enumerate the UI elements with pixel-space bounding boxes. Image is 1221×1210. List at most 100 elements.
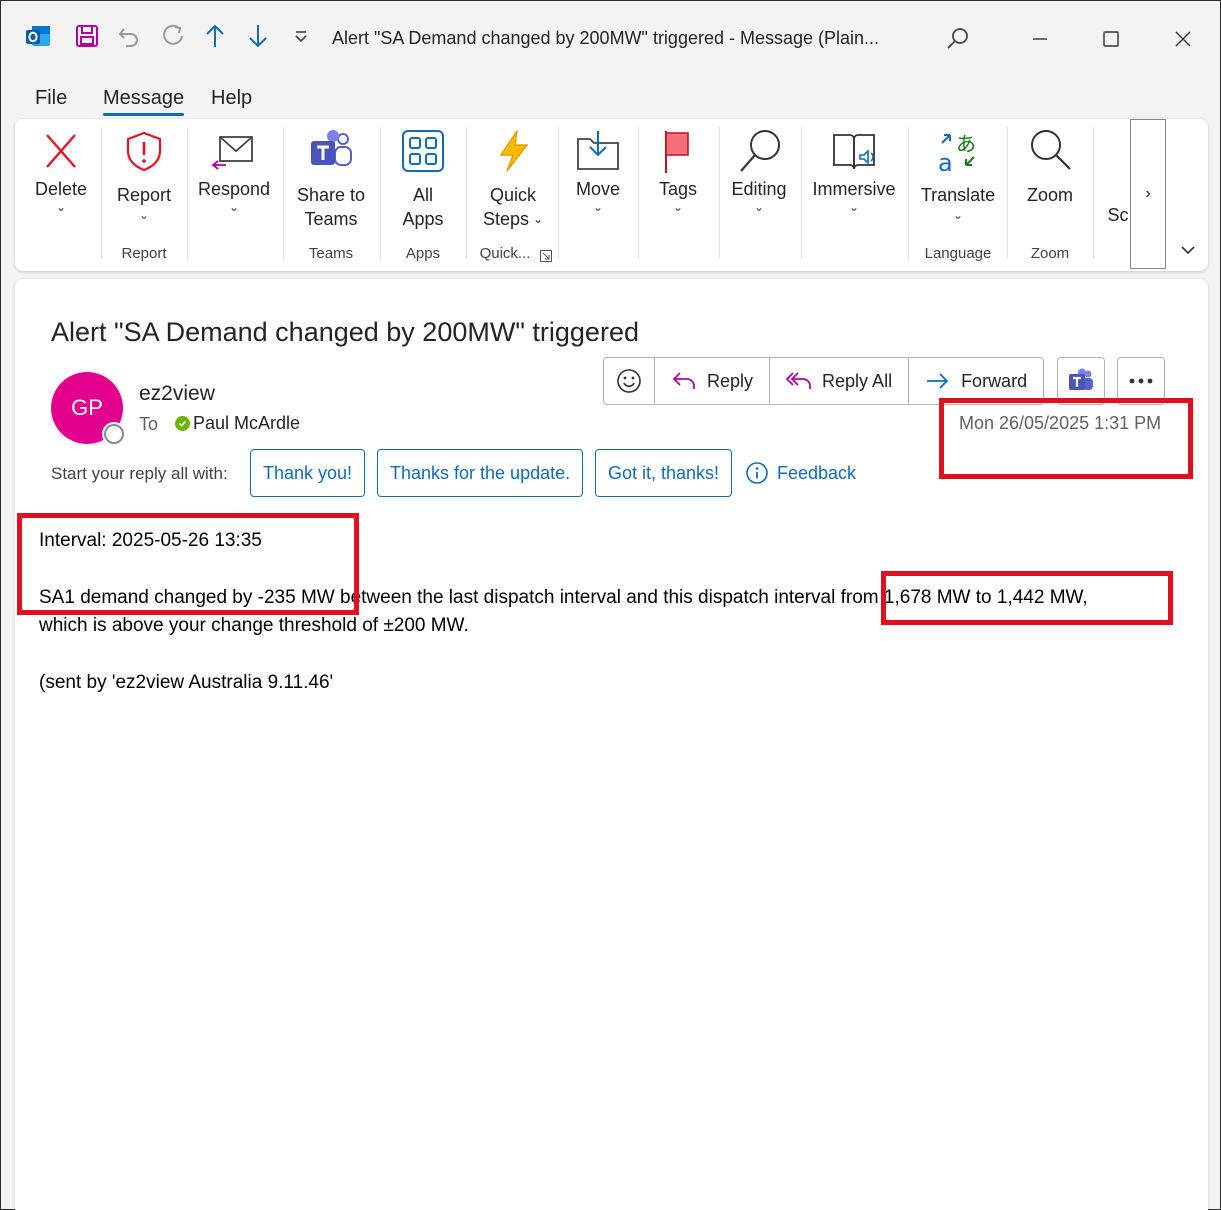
share-to-teams-button[interactable]: Share to Teams [291,127,371,229]
window-title: Alert "SA Demand changed by 200MW" trigg… [332,28,880,48]
move-folder-icon [577,131,619,170]
all-apps-label-line2: Apps [402,209,444,229]
sender-name[interactable]: ez2view [139,382,215,406]
tags-label: Tags [658,179,698,199]
respond-button[interactable]: Respond ⌄ [197,127,271,213]
forward-label: Forward [961,370,1028,391]
tab-file[interactable]: File [35,87,67,110]
title-bar: Alert "SA Demand changed by 200MW" trigg… [1,1,1220,77]
delete-button[interactable]: Delete ⌄ [27,127,95,213]
body-line-sent-by: (sent by 'ez2view Australia 9.11.46' [39,672,334,693]
previous-item-icon[interactable] [200,21,230,51]
minimize-button[interactable] [1020,21,1060,57]
reply-all-label: Reply All [822,370,893,391]
zoom-label: Zoom [1026,185,1073,205]
emoji-reaction-button[interactable] [604,358,654,404]
respond-label: Respond [197,179,271,199]
group-label-teams: Teams [308,245,354,262]
reply-button[interactable]: Reply [654,358,769,404]
reply-all-icon [786,372,811,389]
translate-icon: aあ [938,132,976,175]
customize-toolbar-icon[interactable] [286,21,316,51]
to-label: To [139,414,159,434]
share-to-teams-button-small[interactable] [1057,357,1105,405]
ribbon-separator [908,127,909,259]
feedback-label: Feedback [777,462,857,483]
smiley-icon [617,369,641,393]
save-icon[interactable] [72,21,102,51]
body-line-interval: Interval: 2025-05-26 13:35 [39,530,262,551]
immersive-reader-icon [833,134,875,170]
chevron-down-icon: ⌄ [952,208,964,222]
ribbon-separator [558,127,559,259]
move-label: Move [575,179,620,199]
avatar-initials: GP [71,395,103,420]
truncated-ribbon-button[interactable]: Sc [1107,203,1129,227]
group-label-language: Language [924,245,992,262]
quick-reply-label: Start your reply all with: [51,464,228,483]
editing-button[interactable]: Editing ⌄ [725,127,793,213]
translate-button[interactable]: aあ Translate ⌄ [915,127,1001,221]
ribbon-separator [283,127,284,259]
all-apps-button[interactable]: All Apps [389,127,457,229]
share-label-line1: Share to [296,185,366,205]
reply-icon [672,372,695,389]
feedback-link[interactable]: Feedback [745,461,856,485]
presence-status-icon [104,424,124,444]
ribbon-separator [801,127,802,259]
teams-icon [311,130,352,166]
teams-icon [1069,368,1093,390]
chevron-down-icon: ⌄ [592,200,604,214]
body-line-threshold: which is above your change threshold of … [39,615,469,636]
ribbon-separator [638,127,639,259]
move-button[interactable]: Move ⌄ [565,127,631,213]
maximize-button[interactable] [1091,21,1131,57]
immersive-label: Immersive [812,179,896,199]
reply-all-button[interactable]: Reply All [769,358,908,404]
reading-pane: Alert "SA Demand changed by 200MW" trigg… [15,279,1208,1210]
ribbon-collapse-button[interactable] [1175,237,1201,263]
next-item-icon[interactable] [243,21,273,51]
more-actions-button[interactable] [1117,357,1165,405]
close-button[interactable] [1163,21,1203,57]
more-horizontal-icon [1129,378,1153,384]
search-icon[interactable] [938,21,978,57]
ribbon-separator [719,127,720,259]
quick-reply-thanks-for-update[interactable]: Thanks for the update. [377,449,584,497]
forward-arrow-icon [927,373,949,389]
message-date: Mon 26/05/2025 1:31 PM [959,413,1162,433]
menu-tabs: File Message Help [1,81,401,117]
quick-label-line2: Steps [482,209,529,229]
chevron-down-icon: ⌄ [672,200,684,214]
zoom-button[interactable]: Zoom [1015,127,1085,205]
chevron-right-icon: › [1145,185,1151,202]
ribbon-separator [466,127,467,259]
svg-text:あ: あ [956,132,976,156]
immersive-reader-button[interactable]: Immersive ⌄ [808,127,900,213]
dialog-launcher-icon[interactable] [540,249,552,262]
report-button[interactable]: Report ⌄ [111,127,177,221]
undo-icon[interactable] [114,21,144,51]
all-apps-label-line1: All [412,185,433,205]
flag-icon [665,131,689,173]
ribbon-separator [187,127,188,259]
ribbon-separator [1007,127,1008,259]
forward-button[interactable]: Forward [908,358,1043,404]
quick-steps-button[interactable]: Quick Steps ⌄ [473,127,553,229]
chevron-down-icon: ⌄ [848,200,860,214]
delete-label: Delete [34,179,88,199]
group-label-apps: Apps [405,245,441,262]
reply-label: Reply [707,370,754,391]
tab-help[interactable]: Help [211,87,252,110]
quick-reply-got-it[interactable]: Got it, thanks! [595,449,733,497]
quick-reply-thank-you[interactable]: Thank you! [250,449,366,497]
tab-message[interactable]: Message [103,87,185,116]
tags-button[interactable]: Tags ⌄ [645,127,711,213]
group-label-quick: Quick... [479,245,531,262]
redo-icon[interactable] [158,21,188,51]
recipient-name[interactable]: Paul McArdle [193,413,300,434]
ribbon-scroll-right-button[interactable]: › [1130,119,1166,269]
quick-label-line1: Quick [489,185,536,205]
report-label: Report [116,185,172,205]
outlook-logo-icon [23,21,53,51]
